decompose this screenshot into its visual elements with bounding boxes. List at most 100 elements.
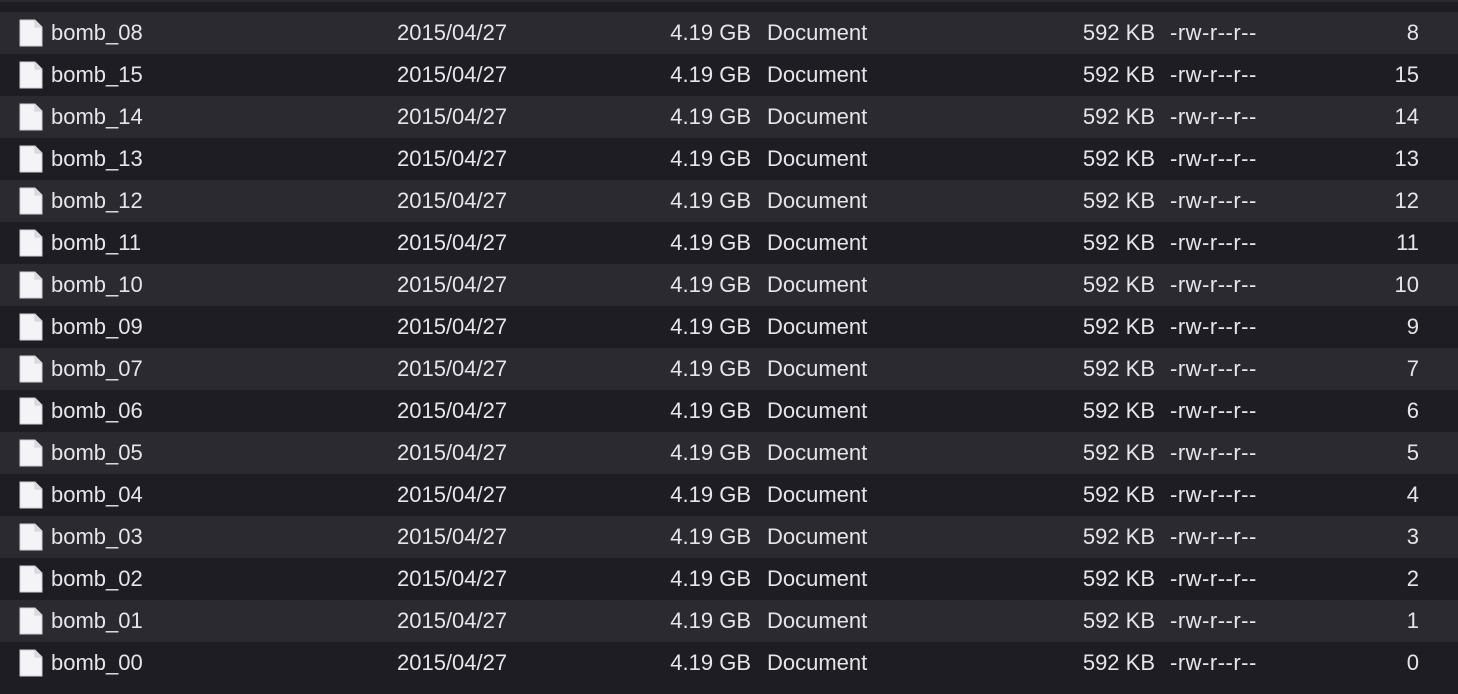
file-permissions: -rw-r--r-- bbox=[1170, 272, 1257, 297]
file-name[interactable]: bomb_09 bbox=[51, 306, 143, 348]
file-name[interactable]: bomb_03 bbox=[51, 516, 143, 558]
file-date: 2015/04/27 bbox=[397, 146, 508, 171]
file-list: bomb_08 2015/04/27 4.19 GB Document 592 KB -r… bbox=[0, 0, 1458, 694]
document-icon bbox=[19, 355, 43, 383]
file-number: 7 bbox=[1406, 356, 1419, 381]
file-permissions: -rw-r--r-- bbox=[1170, 146, 1257, 171]
file-kind: Document bbox=[767, 398, 868, 423]
file-size-on-disk: 592 KB bbox=[1082, 20, 1155, 45]
file-name[interactable]: bomb_06 bbox=[51, 390, 143, 432]
file-name[interactable]: bomb_07 bbox=[51, 348, 143, 390]
file-row[interactable]: bomb_01 2015/04/27 4.19 GB Document 592 KB -r… bbox=[0, 600, 1458, 642]
file-permissions: -rw-r--r-- bbox=[1170, 482, 1257, 507]
file-permissions: -rw-r--r-- bbox=[1170, 650, 1257, 675]
file-permissions: -rw-r--r-- bbox=[1170, 524, 1257, 549]
file-size: 4.19 GB bbox=[670, 188, 751, 213]
file-name[interactable]: bomb_11 bbox=[51, 222, 141, 264]
document-icon bbox=[19, 313, 43, 341]
file-size-on-disk: 592 KB bbox=[1082, 356, 1155, 381]
file-size: 4.19 GB bbox=[670, 104, 751, 129]
file-name[interactable]: bomb_04 bbox=[51, 474, 143, 516]
file-name[interactable]: bomb_00 bbox=[51, 642, 143, 684]
document-icon bbox=[19, 187, 43, 215]
file-number: 13 bbox=[1394, 146, 1419, 171]
file-kind: Document bbox=[767, 440, 868, 465]
file-row[interactable]: bomb_12 2015/04/27 4.19 GB Document 592 KB -r… bbox=[0, 180, 1458, 222]
document-icon bbox=[19, 607, 43, 635]
file-row[interactable]: bomb_00 2015/04/27 4.19 GB Document 592 KB -r… bbox=[0, 642, 1458, 684]
file-size-on-disk: 592 KB bbox=[1082, 188, 1155, 213]
file-kind: Document bbox=[767, 650, 868, 675]
file-row[interactable]: bomb_08 2015/04/27 4.19 GB Document 592 KB -r… bbox=[0, 12, 1458, 54]
document-icon bbox=[19, 61, 43, 89]
file-permissions: -rw-r--r-- bbox=[1170, 20, 1257, 45]
file-kind: Document bbox=[767, 566, 868, 591]
document-icon bbox=[19, 439, 43, 467]
file-size: 4.19 GB bbox=[670, 566, 751, 591]
file-size: 4.19 GB bbox=[670, 650, 751, 675]
file-row[interactable]: bomb_11 2015/04/27 4.19 GB Document 592 KB -r… bbox=[0, 222, 1458, 264]
file-date: 2015/04/27 bbox=[397, 230, 508, 255]
document-icon bbox=[19, 19, 43, 47]
file-row[interactable]: bomb_02 2015/04/27 4.19 GB Document 592 KB -r… bbox=[0, 558, 1458, 600]
file-kind: Document bbox=[767, 524, 868, 549]
file-row[interactable]: bomb_10 2015/04/27 4.19 GB Document 592 KB -r… bbox=[0, 264, 1458, 306]
file-kind: Document bbox=[767, 608, 868, 633]
file-permissions: -rw-r--r-- bbox=[1170, 356, 1257, 381]
file-size: 4.19 GB bbox=[670, 356, 751, 381]
file-row[interactable]: bomb_04 2015/04/27 4.19 GB Document 592 KB -r… bbox=[0, 474, 1458, 516]
file-name[interactable]: bomb_12 bbox=[51, 180, 143, 222]
file-name[interactable]: bomb_01 bbox=[51, 600, 143, 642]
file-row[interactable]: bomb_14 2015/04/27 4.19 GB Document 592 KB -r… bbox=[0, 96, 1458, 138]
file-date: 2015/04/27 bbox=[397, 398, 508, 423]
document-icon bbox=[19, 649, 43, 677]
file-size-on-disk: 592 KB bbox=[1082, 524, 1155, 549]
file-name[interactable]: bomb_13 bbox=[51, 138, 143, 180]
file-size: 4.19 GB bbox=[670, 314, 751, 339]
file-size-on-disk: 592 KB bbox=[1082, 314, 1155, 339]
file-size: 4.19 GB bbox=[670, 146, 751, 171]
file-size: 4.19 GB bbox=[670, 524, 751, 549]
file-size-on-disk: 592 KB bbox=[1082, 440, 1155, 465]
file-kind: Document bbox=[767, 482, 868, 507]
file-permissions: -rw-r--r-- bbox=[1170, 188, 1257, 213]
file-name[interactable]: bomb_10 bbox=[51, 264, 143, 306]
file-permissions: -rw-r--r-- bbox=[1170, 314, 1257, 339]
file-name[interactable]: bomb_05 bbox=[51, 432, 143, 474]
file-size-on-disk: 592 KB bbox=[1082, 608, 1155, 633]
file-row[interactable]: bomb_09 2015/04/27 4.19 GB Document 592 KB -r… bbox=[0, 306, 1458, 348]
file-size: 4.19 GB bbox=[670, 230, 751, 255]
file-date: 2015/04/27 bbox=[397, 482, 508, 507]
file-number: 2 bbox=[1406, 566, 1419, 591]
file-kind: Document bbox=[767, 146, 868, 171]
file-row[interactable]: bomb_13 2015/04/27 4.19 GB Document 592 KB -r… bbox=[0, 138, 1458, 180]
file-name[interactable]: bomb_08 bbox=[51, 12, 143, 54]
file-size-on-disk: 592 KB bbox=[1082, 62, 1155, 87]
file-row[interactable]: bomb_07 2015/04/27 4.19 GB Document 592 KB -r… bbox=[0, 348, 1458, 390]
file-number: 6 bbox=[1406, 398, 1419, 423]
file-number: 15 bbox=[1394, 62, 1419, 87]
file-kind: Document bbox=[767, 188, 868, 213]
file-size: 4.19 GB bbox=[670, 272, 751, 297]
file-row[interactable]: bomb_06 2015/04/27 4.19 GB Document 592 KB -r… bbox=[0, 390, 1458, 432]
file-date: 2015/04/27 bbox=[397, 440, 508, 465]
file-name[interactable]: bomb_15 bbox=[51, 54, 143, 96]
file-size-on-disk: 592 KB bbox=[1082, 272, 1155, 297]
file-date: 2015/04/27 bbox=[397, 104, 508, 129]
file-size-on-disk: 592 KB bbox=[1082, 650, 1155, 675]
file-number: 8 bbox=[1406, 20, 1419, 45]
document-icon bbox=[19, 565, 43, 593]
file-permissions: -rw-r--r-- bbox=[1170, 230, 1257, 255]
file-kind: Document bbox=[767, 62, 868, 87]
file-row[interactable]: bomb_05 2015/04/27 4.19 GB Document 592 KB -r… bbox=[0, 432, 1458, 474]
file-size-on-disk: 592 KB bbox=[1082, 230, 1155, 255]
file-name[interactable]: bomb_14 bbox=[51, 96, 143, 138]
file-row[interactable]: bomb_03 2015/04/27 4.19 GB Document 592 KB -r… bbox=[0, 516, 1458, 558]
document-icon bbox=[19, 481, 43, 509]
file-date: 2015/04/27 bbox=[397, 356, 508, 381]
file-name[interactable]: bomb_02 bbox=[51, 558, 143, 600]
file-date: 2015/04/27 bbox=[397, 272, 508, 297]
file-size: 4.19 GB bbox=[670, 482, 751, 507]
file-date: 2015/04/27 bbox=[397, 20, 508, 45]
file-row[interactable]: bomb_15 2015/04/27 4.19 GB Document 592 KB -r… bbox=[0, 54, 1458, 96]
